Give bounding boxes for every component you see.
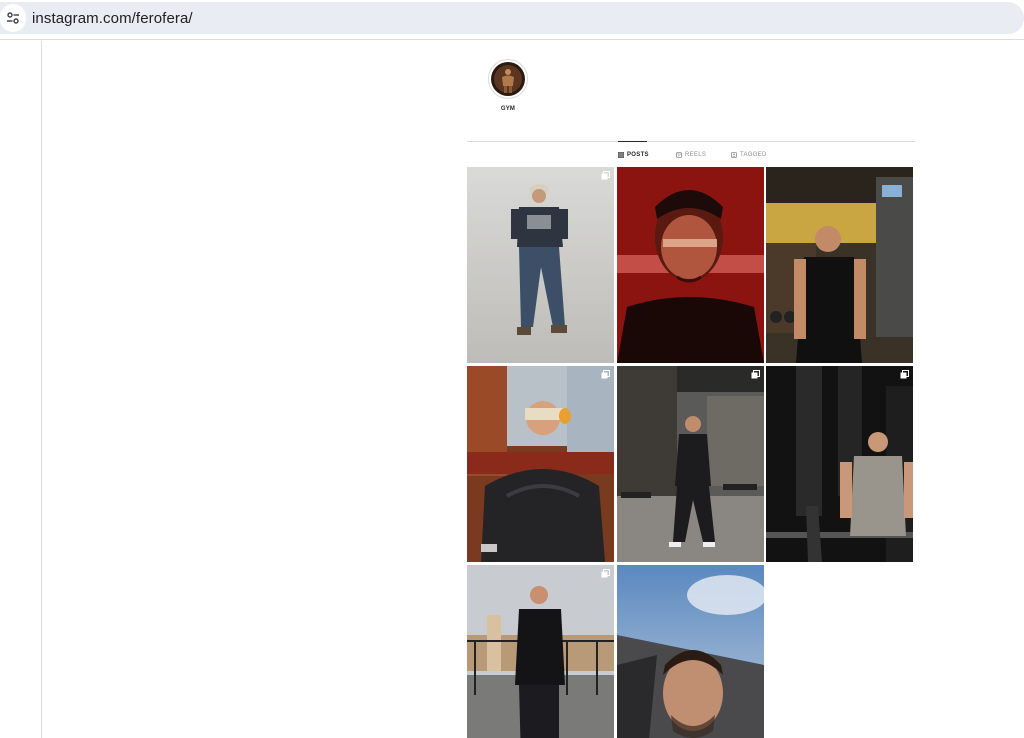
post-thumbnail-3[interactable] bbox=[766, 167, 913, 363]
post-thumbnail-1[interactable] bbox=[467, 167, 614, 363]
tagged-icon bbox=[731, 152, 737, 158]
tune-icon[interactable] bbox=[0, 4, 26, 32]
story-highlight[interactable]: GYM bbox=[487, 59, 529, 112]
grid-icon bbox=[618, 152, 624, 158]
browser-address-bar: instagram.com/ferofera/ bbox=[0, 0, 1024, 40]
post-image bbox=[617, 366, 764, 562]
post-image bbox=[467, 167, 614, 363]
url-text[interactable]: instagram.com/ferofera/ bbox=[32, 10, 193, 27]
highlight-ring bbox=[488, 59, 528, 99]
tab-posts[interactable]: POSTS bbox=[618, 151, 649, 159]
post-image bbox=[617, 565, 764, 738]
highlight-cover bbox=[491, 62, 525, 96]
post-thumbnail-2[interactable] bbox=[617, 167, 764, 363]
multiple-photos-icon bbox=[601, 569, 610, 578]
multiple-photos-icon bbox=[751, 370, 760, 379]
post-thumbnail-4[interactable] bbox=[467, 366, 614, 562]
highlight-label: GYM bbox=[500, 106, 516, 112]
tab-reels[interactable]: REELS bbox=[676, 151, 706, 159]
sidebar-divider bbox=[41, 41, 42, 738]
reels-icon bbox=[676, 152, 682, 158]
active-tab-indicator bbox=[618, 141, 647, 142]
tab-posts-label: POSTS bbox=[627, 152, 649, 158]
post-thumbnail-8[interactable] bbox=[617, 565, 764, 738]
post-thumbnail-5[interactable] bbox=[617, 366, 764, 562]
multiple-photos-icon bbox=[601, 370, 610, 379]
tab-tagged[interactable]: TAGGED bbox=[731, 151, 767, 159]
multiple-photos-icon bbox=[900, 370, 909, 379]
post-image bbox=[766, 366, 913, 562]
post-image bbox=[766, 167, 913, 363]
url-field[interactable]: instagram.com/ferofera/ bbox=[0, 2, 1024, 34]
tabs-divider bbox=[467, 141, 915, 142]
tab-reels-label: REELS bbox=[685, 152, 707, 158]
multiple-photos-icon bbox=[601, 171, 610, 180]
tab-tagged-label: TAGGED bbox=[740, 152, 767, 158]
post-image bbox=[467, 366, 614, 562]
post-thumbnail-6[interactable] bbox=[766, 366, 913, 562]
post-thumbnail-7[interactable] bbox=[467, 565, 614, 738]
post-image bbox=[617, 167, 764, 363]
post-image bbox=[467, 565, 614, 738]
